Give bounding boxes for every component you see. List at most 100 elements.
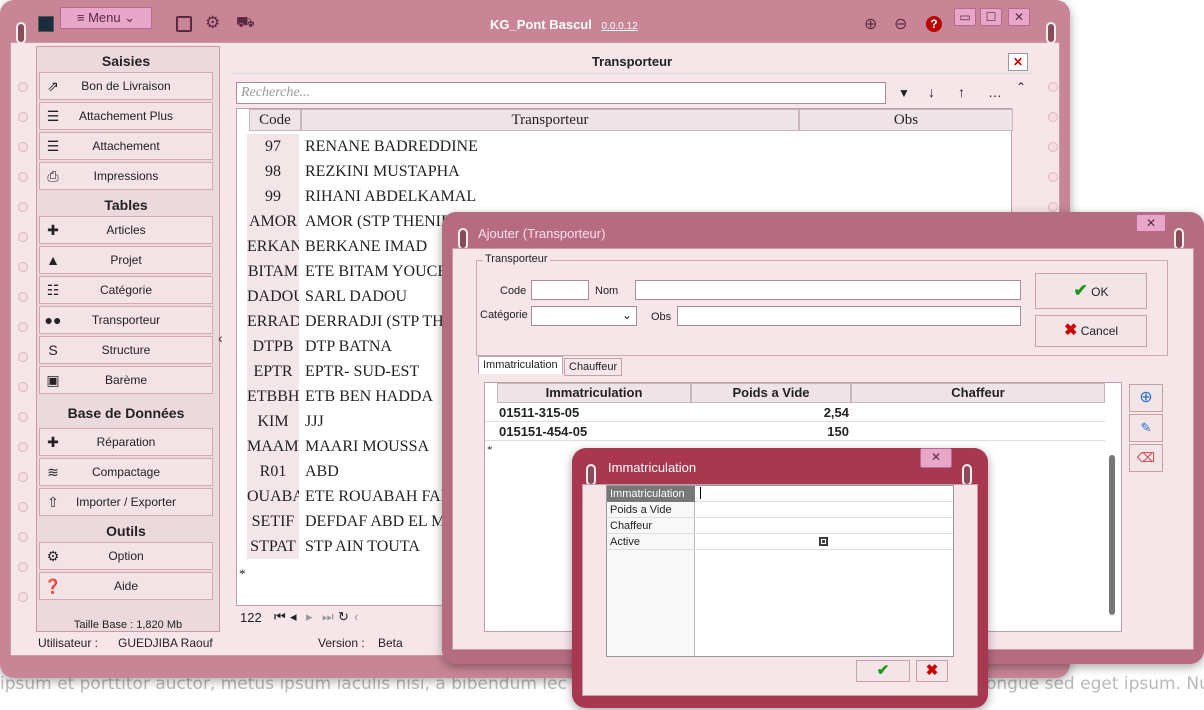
column-header-poids[interactable]: Poids a Vide [691,383,851,403]
refresh-icon[interactable]: ↻ [338,609,349,625]
nav-last-icon[interactable]: ⏭ [322,609,334,625]
sidebar-item-impressions[interactable]: ⎙ Impressions [39,162,213,190]
nom-input[interactable] [635,280,1021,300]
version-number: 0.0.0.12 [601,21,638,32]
nav-next-icon[interactable]: ▸ [306,609,313,625]
column-header-code[interactable]: Code [249,109,301,131]
grid-scrollbar[interactable] [1107,385,1119,629]
scroll-up-icon[interactable]: ⌃ [1016,80,1026,94]
cancel-button[interactable]: ✖ Cancel [1035,315,1147,347]
column-header-chaffeur[interactable]: Chaffeur [851,383,1105,403]
tab-chauffeur[interactable]: Chauffeur [564,358,623,376]
obs-input[interactable] [677,306,1021,326]
property-label-immatriculation: Immatriculation [607,486,695,502]
truck-icon[interactable]: ⛟ [236,14,255,33]
binder-ring-icon [962,464,972,486]
sort-up-icon[interactable]: ↑ [958,84,965,100]
binder-hole-icon [1048,202,1058,212]
eraser-icon: ⌫ [1136,450,1156,465]
minimize-button[interactable]: ▭ [954,8,976,26]
active-checkbox[interactable] [819,537,828,546]
add-row-button[interactable]: ⊕ [1129,384,1163,412]
tab-immatriculation[interactable]: Immatriculation [478,356,563,374]
binder-ring-icon [16,22,26,44]
zoom-out-icon[interactable]: ⊖ [894,14,907,34]
sidebar-item-aide[interactable]: ❓ Aide [39,572,213,600]
maximize-button[interactable]: ☐ [980,8,1002,26]
binder-hole-icon [18,562,28,572]
chevron-down-icon: ⌄ [621,308,632,322]
categorie-select[interactable]: ⌄ [531,306,637,326]
binder-hole-icon [18,382,28,392]
upload-icon: ⇧ [47,494,59,510]
save-icon[interactable] [176,16,192,32]
table-row[interactable]: 01511-315-05 2,54 [485,403,1105,422]
stack-icon: ≋ [47,464,59,480]
sidebar-item-compactage[interactable]: ≋ Compactage [39,458,213,486]
zoom-in-icon[interactable]: ⊕ [864,14,877,34]
more-icon[interactable]: … [988,84,1002,100]
sidebar-item-structure[interactable]: S Structure [39,336,213,364]
immat-ok-button[interactable]: ✔ [856,660,910,682]
sidebar-item-projet[interactable]: ▲ Projet [39,246,213,274]
sidebar-item-attachement[interactable]: ☰ Attachement [39,132,213,160]
medkit-icon: ✚ [47,434,59,450]
menu-button[interactable]: ≡ Menu ⌄ [60,7,152,29]
sidebar-item-transporteur[interactable]: ●● Transporteur [39,306,213,334]
column-header-transporteur[interactable]: Transporteur [301,109,799,131]
filter-icon[interactable]: ▼ [898,86,910,100]
list-icon: ☰ [46,138,60,154]
column-header-obs[interactable]: Obs [799,109,1013,131]
scrollbar-thumb[interactable] [1109,455,1115,615]
chaffeur-value-input[interactable] [695,518,953,534]
panel-close-button[interactable]: ✕ [1008,53,1028,71]
structure-icon: S [48,342,58,358]
immatriculation-value-input[interactable] [695,486,953,502]
sidebar-item-importer-exporter[interactable]: ⇧ Importer / Exporter [39,488,213,516]
sort-down-icon[interactable]: ↓ [928,84,935,100]
sidebar-item-reparation[interactable]: ✚ Réparation [39,428,213,456]
binder-hole-icon [18,142,28,152]
edit-row-button[interactable]: ✎ [1129,414,1163,442]
obs-label: Obs [651,311,672,323]
new-row-marker[interactable]: * [487,441,493,459]
binder-hole-icon [18,202,28,212]
sidebar-item-articles[interactable]: ✚ Articles [39,216,213,244]
binder-hole-icon [18,472,28,482]
table-row[interactable]: 015151-454-05 150 [485,422,1105,441]
new-row-marker[interactable]: * [239,561,246,586]
immat-cancel-button[interactable]: ✖ [916,660,948,682]
code-input[interactable] [531,280,589,300]
db-size-label: Taille Base : 1,820 Mb [73,619,183,631]
binder-hole-icon [18,292,28,302]
nav-prev-icon[interactable]: ◂ [290,609,297,625]
help-circle-icon: ❓ [44,578,62,594]
binder-ring-icon [1046,22,1056,44]
collapse-sidebar-icon[interactable]: ‹ [218,330,223,346]
close-button[interactable]: ✕ [1008,8,1030,26]
delete-row-button[interactable]: ⌫ [1129,444,1163,472]
sidebar-item-attachement-plus[interactable]: ☰ Attachement Plus [39,102,213,130]
sidebar-item-bon-de-livraison[interactable]: ⇗ Bon de Livraison [39,72,213,100]
check-icon: ✔ [1073,281,1088,300]
section-tables: Tables [104,197,148,213]
cross-icon: ✖ [1063,322,1078,339]
sidebar-item-categorie[interactable]: ☷ Catégorie [39,276,213,304]
search-input[interactable]: Recherche... [236,82,886,104]
nav-first-icon[interactable]: ⏮ [274,609,286,625]
dialog-close-button[interactable]: ✕ [1136,214,1166,232]
share-icon: ⇗ [47,78,59,94]
property-label-poids: Poids a Vide [607,502,695,518]
sidebar-item-option[interactable]: ⚙ Option [39,542,213,570]
scroll-left-icon[interactable]: ‹ [354,609,358,624]
settings-icon[interactable]: ⚙ [205,13,220,33]
help-icon[interactable]: ? [926,16,942,32]
sidebar-item-bareme[interactable]: ▣ Barème [39,366,213,394]
binder-hole-icon [18,232,28,242]
app-logo-icon [38,16,54,32]
immat-close-button[interactable]: ✕ [920,448,952,468]
ok-button[interactable]: ✔ OK [1035,273,1147,309]
poids-value-input[interactable] [695,502,953,518]
column-header-immatriculation[interactable]: Immatriculation [497,383,691,403]
property-grid: Immatriculation Poids a Vide Chaffeur Ac… [606,485,954,657]
